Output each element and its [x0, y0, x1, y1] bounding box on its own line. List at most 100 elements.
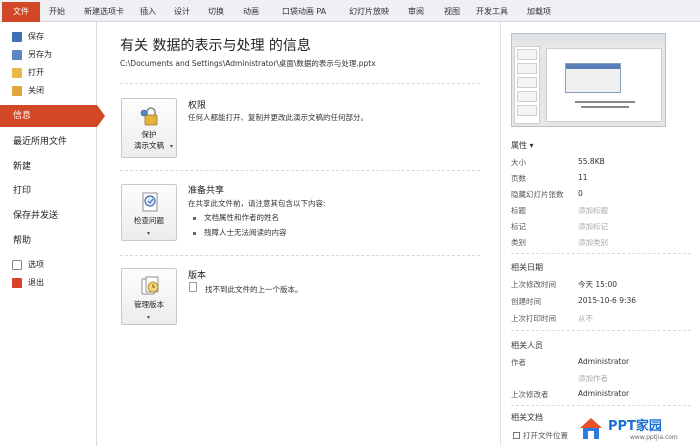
protect-presentation-button[interactable]: 保护 演示文稿 ▾ [121, 98, 177, 158]
watermark-url: www.pptjia.com [630, 434, 678, 441]
tab-animations[interactable]: 动画 [239, 4, 263, 20]
date-label: 上次打印时间 [511, 314, 556, 323]
nav-new[interactable]: 新建 [0, 156, 97, 178]
add-tags-field[interactable]: 添加标记 [578, 221, 608, 232]
options-icon [12, 260, 22, 270]
slide-preview-thumbnail[interactable] [511, 33, 666, 127]
tab-addins[interactable]: 加载项 [524, 4, 554, 20]
file-path: C:\Documents and Settings\Administrator\… [120, 59, 376, 68]
tab-new[interactable]: 新建选项卡 [80, 4, 128, 20]
permissions-text: 任何人都能打开、复制并更改此演示文稿的任何部分。 [188, 113, 368, 122]
tab-view[interactable]: 视图 [440, 4, 464, 20]
prop-label: 标题 [511, 206, 526, 215]
nav-close-label: 关闭 [28, 86, 44, 95]
tab-developer[interactable]: 开发工具 [474, 4, 510, 20]
properties-heading[interactable]: 属性 ▾ [511, 140, 534, 151]
protect-label-1: 保护 [141, 130, 157, 139]
nav-close[interactable]: 关闭 [0, 82, 97, 100]
nav-open-label: 打开 [28, 68, 44, 77]
nav-info[interactable]: 信息 [0, 105, 105, 127]
divider [511, 405, 691, 406]
thumbnail-text-line [575, 101, 635, 103]
add-categories-field[interactable]: 添加类别 [578, 237, 608, 248]
folder-icon [513, 432, 520, 439]
watermark-name: PPT家园 [608, 419, 662, 434]
prop-label: 页数 [511, 174, 526, 183]
nav-save[interactable]: 保存 [0, 28, 97, 46]
tab-review[interactable]: 审阅 [404, 4, 428, 20]
bullet-icon [193, 216, 196, 220]
nav-print[interactable]: 打印 [0, 180, 97, 202]
date-value: 从不 [578, 314, 593, 323]
manage-versions-icon [141, 276, 159, 295]
nav-recent[interactable]: 最近所用文件 [0, 131, 97, 153]
divider [120, 83, 480, 84]
nav-options-label: 选项 [28, 260, 44, 269]
nav-options[interactable]: 选项 [0, 256, 97, 274]
tab-transitions[interactable]: 切换 [204, 4, 228, 20]
related-documents-heading: 相关文档 [511, 413, 543, 422]
house-logo-icon [580, 418, 602, 439]
prop-label: 大小 [511, 158, 526, 167]
thumbnail-slide-list [514, 46, 540, 124]
tab-insert[interactable]: 插入 [136, 4, 160, 20]
chevron-down-icon: ▾ [529, 141, 534, 150]
page-title: 有关 数据的表示与处理 的信息 [120, 38, 311, 54]
thumbnail-text-line [581, 106, 629, 108]
add-author-field[interactable]: 添加作者 [578, 373, 608, 384]
tab-pocket-animation[interactable]: 口袋动画 PA [278, 4, 330, 20]
close-folder-icon [12, 86, 22, 96]
check-issues-button[interactable]: 检查问题 ▾ [121, 184, 177, 241]
save-icon [12, 32, 22, 42]
prop-value: 0 [578, 189, 583, 198]
nav-open[interactable]: 打开 [0, 64, 97, 82]
nav-exit[interactable]: 退出 [0, 274, 97, 292]
prepare-heading: 准备共享 [188, 186, 225, 196]
exit-icon [12, 278, 22, 288]
nav-save-send[interactable]: 保存并发送 [0, 205, 97, 227]
manage-versions-button[interactable]: 管理版本 ▾ [121, 268, 177, 325]
last-modified-by-label: 上次修改者 [511, 390, 549, 399]
add-title-field[interactable]: 添加标题 [578, 205, 608, 216]
date-label: 创建时间 [511, 297, 541, 306]
last-modified-by-value[interactable]: Administrator [578, 389, 629, 398]
divider [120, 255, 480, 256]
divider [511, 330, 691, 331]
author-value[interactable]: Administrator [578, 357, 629, 366]
inspect-document-icon [142, 192, 158, 212]
open-file-location-label: 打开文件位置 [523, 431, 568, 440]
nav-save-as[interactable]: 另存为 [0, 46, 97, 64]
watermark: PPT家园 www.pptjia.com [578, 410, 698, 444]
thumbnail-dialog [565, 63, 621, 93]
tab-home[interactable]: 开始 [44, 4, 70, 20]
nav-exit-label: 退出 [28, 278, 44, 287]
divider [120, 170, 480, 171]
author-label: 作者 [511, 358, 526, 367]
versions-heading: 版本 [188, 271, 207, 281]
date-value: 2015-10-6 9:36 [578, 296, 637, 305]
open-file-location-link[interactable]: 打开文件位置 [513, 430, 568, 441]
tab-slideshow[interactable]: 幻灯片放映 [346, 4, 392, 20]
prepare-bullet: 残障人士无法阅读的内容 [193, 227, 287, 238]
open-folder-icon [12, 68, 22, 78]
prepare-bullet-text: 残障人士无法阅读的内容 [204, 228, 287, 237]
prop-value: 11 [578, 173, 588, 182]
document-icon [189, 282, 197, 292]
thumbnail-toolbar [512, 34, 665, 42]
date-label: 上次修改时间 [511, 280, 556, 289]
check-issues-label: 检查问题 [134, 216, 164, 225]
tab-design[interactable]: 设计 [170, 4, 194, 20]
manage-versions-label: 管理版本 [134, 300, 164, 309]
nav-help[interactable]: 帮助 [0, 230, 97, 252]
chevron-down-icon: ▾ [147, 230, 151, 237]
prop-label: 类别 [511, 238, 526, 247]
prop-value: 55.8KB [578, 157, 605, 166]
backstage-nav: 保存 另存为 打开 关闭 信息 最近所用文件 新建 打印 保存并发送 帮助 选项… [0, 22, 105, 446]
thumbnail-slide [546, 48, 662, 122]
chevron-down-icon: ▾ [170, 143, 174, 150]
tab-file[interactable]: 文件 [2, 2, 40, 22]
ribbon-tab-bar: 文件 开始 新建选项卡 插入 设计 切换 动画 口袋动画 PA 幻灯片放映 审阅… [0, 0, 700, 22]
versions-text: 找不到此文件的上一个版本。 [205, 285, 303, 294]
bullet-icon [193, 231, 196, 235]
divider [511, 253, 691, 254]
